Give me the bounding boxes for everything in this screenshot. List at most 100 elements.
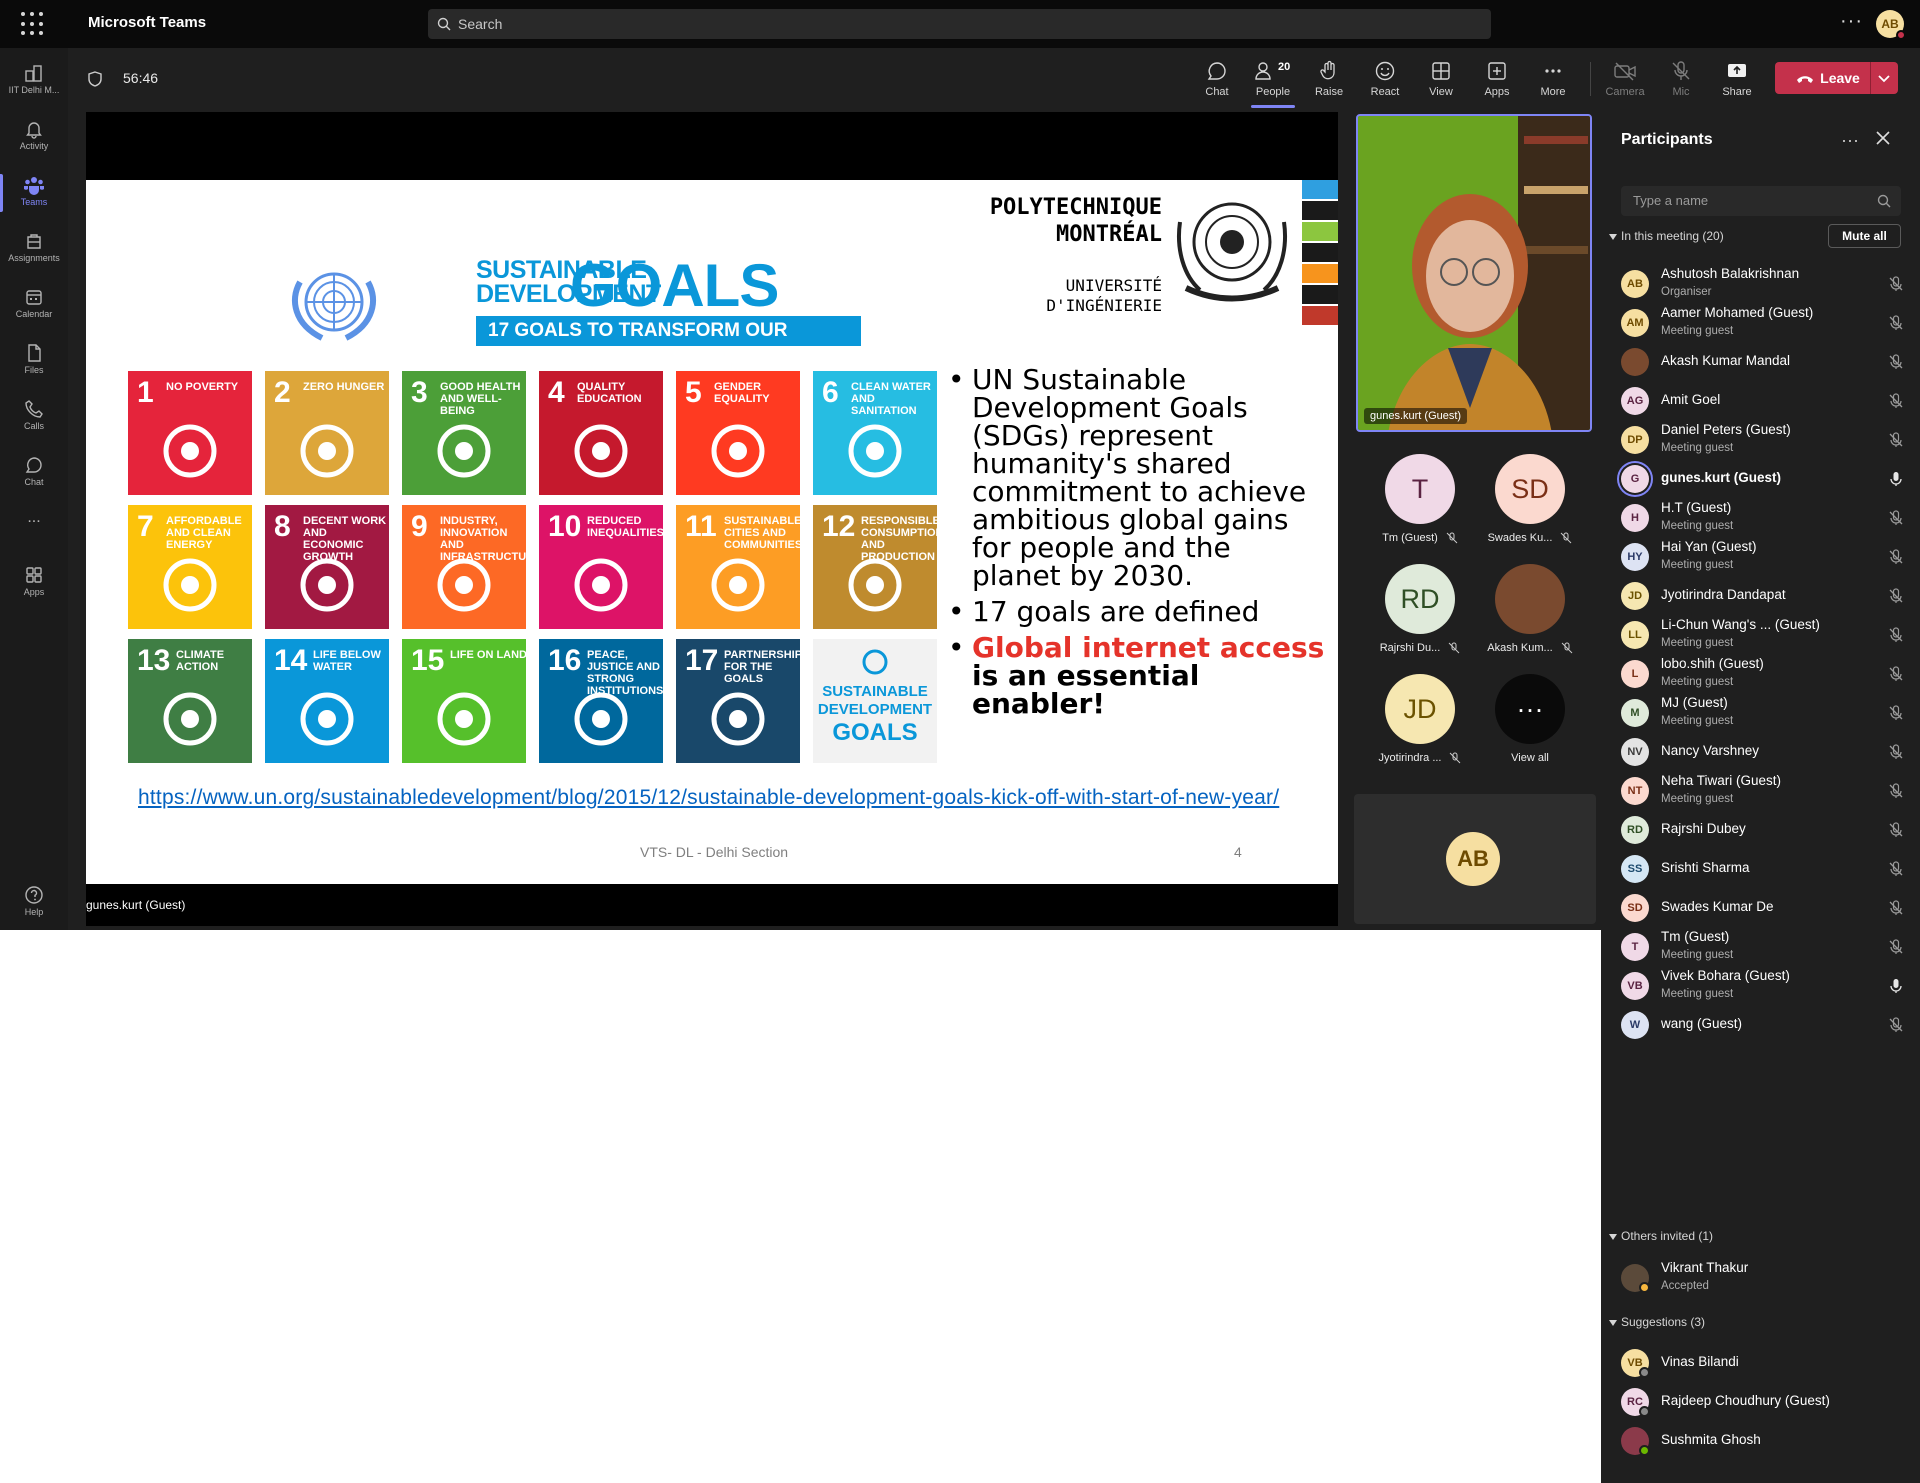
participant-name: gunes.kurt (Guest) — [1661, 470, 1782, 485]
raise-hand-button[interactable]: Raise — [1304, 58, 1354, 106]
participant-row[interactable]: HY Hai Yan (Guest) Meeting guest — [1621, 535, 1911, 579]
participant-row[interactable]: AB Ashutosh Balakrishnan Organiser — [1621, 262, 1911, 306]
participant-row[interactable]: M MJ (Guest) Meeting guest — [1621, 691, 1911, 735]
participant-row[interactable]: NT Neha Tiwari (Guest) Meeting guest — [1621, 769, 1911, 813]
sdg-goal-tile: 15 Life On Land — [402, 639, 526, 763]
participant-row[interactable]: DP Daniel Peters (Guest) Meeting guest — [1621, 418, 1911, 462]
settings-more-icon[interactable]: ··· — [1840, 10, 1863, 33]
hand-icon — [1320, 60, 1335, 80]
search-input[interactable]: Search — [428, 9, 1491, 39]
mic-off-icon[interactable] — [1888, 315, 1904, 331]
mic-off-icon[interactable] — [1888, 1017, 1904, 1033]
participant-row[interactable]: SS Srishti Sharma — [1621, 847, 1911, 891]
chevron-down-icon[interactable] — [1877, 71, 1891, 85]
close-icon[interactable] — [1875, 130, 1891, 146]
participant-row[interactable]: RC Rajdeep Choudhury (Guest) — [1621, 1380, 1911, 1424]
rail-item-chat[interactable]: Chat — [0, 446, 68, 502]
rail-item-files[interactable]: Files — [0, 334, 68, 390]
section-others-invited[interactable]: Others invited (1) — [1609, 1229, 1713, 1243]
people-button[interactable]: 20 People — [1248, 58, 1298, 108]
goal-pictogram-icon — [300, 424, 354, 478]
mic-off-icon[interactable] — [1888, 705, 1904, 721]
participant-row[interactable]: SD Swades Kumar De — [1621, 886, 1911, 930]
view-all-button[interactable]: ··· — [1495, 674, 1565, 744]
app-launcher-icon[interactable] — [20, 11, 46, 37]
mic-off-icon[interactable] — [1888, 432, 1904, 448]
apps-button[interactable]: Apps — [1472, 58, 1522, 106]
participant-row[interactable]: Sushmita Ghosh — [1621, 1419, 1911, 1463]
mic-off-icon[interactable] — [1888, 666, 1904, 682]
rail-item-calendar[interactable]: Calendar — [0, 278, 68, 334]
gallery-tile[interactable]: ··· View all — [1480, 674, 1580, 764]
mic-off-icon[interactable] — [1888, 510, 1904, 526]
mic-off-icon[interactable] — [1888, 744, 1904, 760]
rail-item-activity[interactable]: Activity — [0, 110, 68, 166]
participant-row[interactable]: LL Li-Chun Wang's ... (Guest) Meeting gues… — [1621, 613, 1911, 657]
participant-row[interactable]: VB Vivek Bohara (Guest) Meeting guest — [1621, 964, 1911, 1008]
participant-row[interactable]: Wwang (Guest) — [1621, 1003, 1911, 1047]
participant-row[interactable]: AM Aamer Mohamed (Guest) Meeting guest — [1621, 301, 1911, 345]
rail-item-org[interactable]: IIT Delhi M... — [0, 54, 68, 110]
share-button[interactable]: Share — [1712, 58, 1762, 106]
mic-off-icon[interactable] — [1888, 822, 1904, 838]
section-in-meeting[interactable]: In this meeting (20) — [1609, 229, 1724, 243]
participant-row[interactable]: RD Rajrshi Dubey — [1621, 808, 1911, 852]
participant-row[interactable]: VB Vinas Bilandi — [1621, 1341, 1911, 1385]
view-button[interactable]: View — [1416, 58, 1466, 106]
mic-off-icon[interactable] — [1888, 627, 1904, 643]
leave-button[interactable]: Leave — [1775, 62, 1898, 94]
rail-item-apps[interactable]: Apps — [0, 556, 68, 612]
more-button[interactable]: More — [1528, 58, 1578, 106]
react-button[interactable]: React — [1360, 58, 1410, 106]
mic-button[interactable]: Mic — [1656, 58, 1706, 106]
search-placeholder: Search — [458, 16, 503, 32]
mic-off-icon[interactable] — [1888, 588, 1904, 604]
profile-avatar[interactable]: AB — [1876, 10, 1906, 40]
rail-more-icon[interactable]: ... — [0, 504, 68, 560]
mic-off-icon[interactable] — [1888, 549, 1904, 565]
slide-bullets: UN Sustainable Development Goals (SDGs) … — [948, 366, 1328, 726]
gallery-tile[interactable]: RD Rajrshi Du... — [1370, 564, 1470, 654]
mic-off-icon[interactable] — [1888, 276, 1904, 292]
slide-link[interactable]: https://www.un.org/sustainabledevelopmen… — [138, 786, 1279, 810]
participant-row[interactable]: Llobo.shih (Guest) Meeting guest — [1621, 652, 1911, 696]
rail-item-calls[interactable]: Calls — [0, 390, 68, 446]
participant-search-input[interactable]: Type a name — [1621, 186, 1901, 216]
participant-row[interactable]: H H.T (Guest) Meeting guest — [1621, 496, 1911, 540]
rail-item-teams[interactable]: Teams — [0, 166, 68, 222]
participant-row[interactable]: Ggunes.kurt (Guest) — [1621, 457, 1911, 501]
gallery-tile[interactable]: Akash Kum... — [1480, 564, 1580, 654]
camera-button[interactable]: Camera — [1600, 58, 1650, 106]
mic-on-icon[interactable] — [1888, 471, 1904, 487]
mic-off-icon[interactable] — [1888, 393, 1904, 409]
panel-more-icon[interactable]: ··· — [1841, 130, 1859, 151]
participant-row[interactable]: AG Amit Goel — [1621, 379, 1911, 423]
gallery-tile[interactable]: SD Swades Ku... — [1480, 454, 1580, 544]
goal-number: 9 — [411, 510, 428, 543]
participant-row[interactable]: Vikrant Thakur Accepted — [1621, 1256, 1911, 1300]
mic-off-icon[interactable] — [1888, 939, 1904, 955]
camera-label: Camera — [1605, 86, 1645, 98]
mic-off-icon[interactable] — [1888, 861, 1904, 877]
self-video-tile[interactable]: AB — [1354, 794, 1596, 924]
participant-row[interactable]: NV Nancy Varshney — [1621, 730, 1911, 774]
rail-item-help[interactable]: Help — [0, 876, 68, 932]
gallery-tile[interactable]: JD Jyotirindra ... — [1370, 674, 1470, 764]
mic-on-icon[interactable] — [1888, 978, 1904, 994]
gallery-name: Akash Kum... — [1480, 642, 1580, 654]
institution-crest-icon — [1177, 202, 1287, 302]
add-app-icon — [1488, 62, 1506, 80]
goal-number: 4 — [548, 376, 565, 409]
participant-row[interactable]: T Tm (Guest) Meeting guest — [1621, 925, 1911, 969]
rail-item-assignments[interactable]: Assignments — [0, 222, 68, 278]
speaker-video[interactable]: gunes.kurt (Guest) — [1356, 114, 1592, 432]
mic-off-icon[interactable] — [1888, 354, 1904, 370]
participant-row[interactable]: JD Jyotirindra Dandapat — [1621, 574, 1911, 618]
gallery-tile[interactable]: T Tm (Guest) — [1370, 454, 1470, 544]
mic-off-icon[interactable] — [1888, 783, 1904, 799]
mic-off-icon[interactable] — [1888, 900, 1904, 916]
section-suggestions[interactable]: Suggestions (3) — [1609, 1315, 1705, 1329]
chat-button[interactable]: Chat — [1192, 58, 1242, 106]
mute-all-button[interactable]: Mute all — [1828, 224, 1901, 248]
participant-row[interactable]: Akash Kumar Mandal — [1621, 340, 1911, 384]
